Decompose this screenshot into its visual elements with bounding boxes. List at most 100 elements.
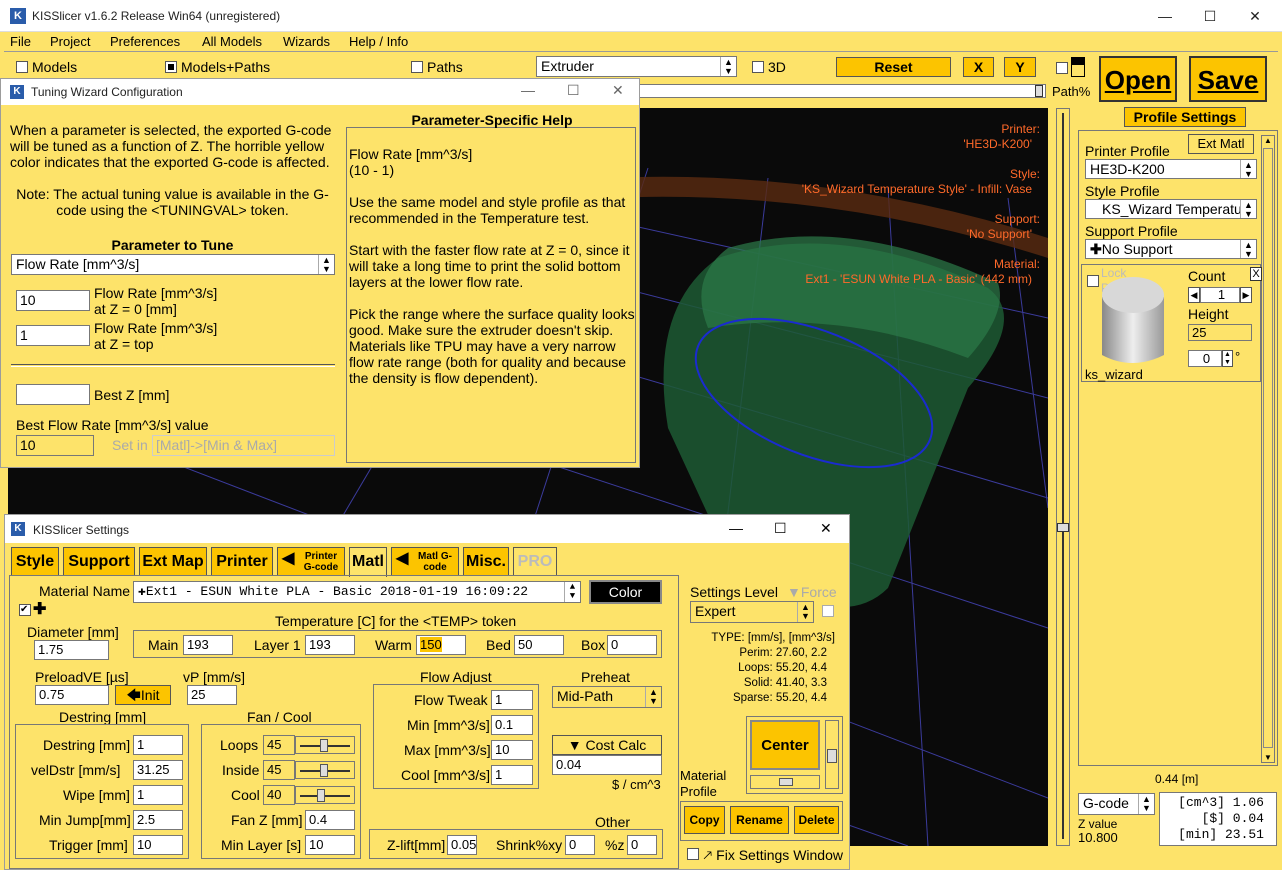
cost-calc-button[interactable]: ▼ Cost Calc (552, 735, 662, 755)
count-decrease-icon[interactable]: ◀ (1188, 287, 1200, 303)
remove-model-button[interactable]: X (1250, 267, 1262, 281)
height-input[interactable]: 25 (1188, 324, 1252, 341)
layout-toggle-icon[interactable] (1071, 57, 1085, 77)
flow-max-input[interactable]: 10 (491, 740, 533, 760)
path-slider[interactable] (636, 84, 1046, 98)
rotation-input[interactable]: 0 (1188, 350, 1222, 367)
tab-misc[interactable]: Misc. (463, 547, 509, 575)
minimize-icon[interactable]: — (729, 520, 743, 536)
right-panel-scrollbar[interactable]: ▲ ▼ (1261, 135, 1275, 763)
style-profile-select[interactable]: KS_Wizard Temperatu ▲ ▼ (1085, 199, 1257, 219)
init-button[interactable]: 🡄Init (115, 685, 171, 705)
best-flow-input[interactable]: 10 (16, 435, 94, 456)
menu-preferences[interactable]: Preferences (110, 34, 180, 49)
copy-button[interactable]: Copy (684, 806, 725, 834)
y-button[interactable]: Y (1004, 57, 1036, 77)
preload-input[interactable]: 0.75 (35, 685, 109, 705)
pz-input[interactable]: 0 (627, 835, 657, 855)
close-icon[interactable]: ✕ (1232, 0, 1278, 32)
temp-layer1-input[interactable]: 193 (305, 635, 355, 655)
add-material-icon[interactable]: ✚ (33, 599, 46, 619)
temp-bed-input[interactable]: 50 (514, 635, 564, 655)
close-icon[interactable]: ✕ (612, 82, 624, 99)
count-input[interactable]: 1 (1200, 287, 1240, 303)
minjump-input[interactable]: 2.5 (133, 810, 183, 830)
fan-inside-slider[interactable] (295, 761, 355, 779)
color-button[interactable]: Color (589, 580, 662, 604)
fix-window-checkbox[interactable] (687, 848, 699, 860)
tab-matl[interactable]: Matl (349, 547, 387, 577)
minimize-icon[interactable]: — (1142, 0, 1188, 32)
param-to-tune-select[interactable]: Flow Rate [mm^3/s] ▲ ▼ (11, 254, 335, 275)
support-profile-select[interactable]: ✚No Support ▲ ▼ (1085, 239, 1257, 259)
cost-input[interactable]: 0.04 (552, 755, 662, 775)
model-card[interactable]: Lock Paths Count X ◀ 1 ▶ Height 25 0 ▲▼ … (1081, 264, 1262, 382)
settings-level-select[interactable]: Expert ▲ ▼ (690, 601, 814, 623)
profile-settings-button[interactable]: Profile Settings (1124, 107, 1246, 127)
models-paths-radio[interactable] (165, 61, 177, 73)
menu-help[interactable]: Help / Info (349, 34, 408, 49)
close-icon[interactable]: ✕ (820, 520, 832, 537)
maximize-icon[interactable]: ☐ (774, 520, 787, 537)
tab-ext-map[interactable]: Ext Map (139, 547, 207, 575)
count-increase-icon[interactable]: ▶ (1240, 287, 1252, 303)
material-name-select[interactable]: ✚Ext1 - ESUN White PLA - Basic 2018-01-1… (133, 581, 581, 603)
min-layer-input[interactable]: 10 (305, 835, 355, 855)
rename-button[interactable]: Rename (730, 806, 789, 834)
center-v-slider[interactable] (825, 720, 839, 789)
rotation-spinner-icon[interactable]: ▲ ▼ (1222, 350, 1233, 367)
layer-slider[interactable] (1056, 108, 1070, 846)
temp-warm-input[interactable]: 150 (416, 635, 466, 655)
flow-cool-input[interactable]: 1 (491, 765, 533, 785)
save-button[interactable]: Save (1189, 56, 1267, 102)
temp-main-input[interactable]: 193 (183, 635, 233, 655)
veldstr-input[interactable]: 31.25 (133, 760, 183, 780)
maximize-icon[interactable]: ☐ (1187, 0, 1233, 32)
wipe-input[interactable]: 1 (133, 785, 183, 805)
printer-profile-select[interactable]: HE3D-K200 ▲ ▼ (1085, 159, 1257, 179)
material-enabled-checkbox[interactable]: ✔ (19, 604, 31, 616)
tab-printer[interactable]: Printer (211, 547, 273, 575)
menu-project[interactable]: Project (50, 34, 90, 49)
center-button[interactable]: Center (750, 720, 820, 770)
models-radio[interactable] (16, 61, 28, 73)
path-pct-checkbox[interactable] (1056, 62, 1068, 74)
destring-input[interactable]: 1 (133, 735, 183, 755)
gcode-select[interactable]: G-code ▲ ▼ (1078, 793, 1155, 815)
view-select[interactable]: Extruder ▲ ▼ (536, 56, 737, 77)
path-slider-thumb[interactable] (1035, 85, 1043, 97)
tab-style[interactable]: Style (11, 547, 59, 575)
minimize-icon[interactable]: — (521, 82, 535, 98)
menu-wizards[interactable]: Wizards (283, 34, 330, 49)
preheat-select[interactable]: Mid-Path ▲ ▼ (552, 686, 662, 708)
menu-file[interactable]: File (10, 34, 31, 49)
maximize-icon[interactable]: ☐ (567, 82, 580, 99)
flow-min-input[interactable]: 0.1 (491, 715, 533, 735)
zlift-input[interactable]: 0.05 (447, 835, 477, 855)
reset-button[interactable]: Reset (836, 57, 951, 77)
x-button[interactable]: X (963, 57, 994, 77)
temp-box-input[interactable]: 0 (607, 635, 657, 655)
tab-printer-gcode[interactable]: ◀ Printer G-code (277, 547, 345, 575)
end-value-input[interactable]: 1 (16, 325, 90, 346)
paths-radio[interactable] (411, 61, 423, 73)
tab-support[interactable]: Support (63, 547, 135, 575)
layer-slider-thumb[interactable] (1057, 523, 1069, 532)
shrink-input[interactable]: 0 (565, 835, 595, 855)
fan-z-input[interactable]: 0.4 (305, 810, 355, 830)
vp-input[interactable]: 25 (187, 685, 237, 705)
force-checkbox[interactable] (822, 605, 834, 617)
tab-matl-gcode[interactable]: ◀ Matl G-code (391, 547, 459, 575)
menu-all-models[interactable]: All Models (202, 34, 262, 49)
open-button[interactable]: Open (1099, 56, 1177, 102)
center-h-slider[interactable] (750, 775, 820, 789)
fan-loops-slider[interactable] (295, 736, 355, 754)
delete-button[interactable]: Delete (794, 806, 839, 834)
start-value-input[interactable]: 10 (16, 290, 90, 311)
best-z-input[interactable] (16, 384, 90, 405)
diameter-input[interactable]: 1.75 (34, 640, 109, 660)
fan-cool-slider[interactable] (295, 786, 355, 804)
flow-tweak-input[interactable]: 1 (491, 690, 533, 710)
tab-pro[interactable]: PRO (513, 547, 557, 575)
trigger-input[interactable]: 10 (133, 835, 183, 855)
